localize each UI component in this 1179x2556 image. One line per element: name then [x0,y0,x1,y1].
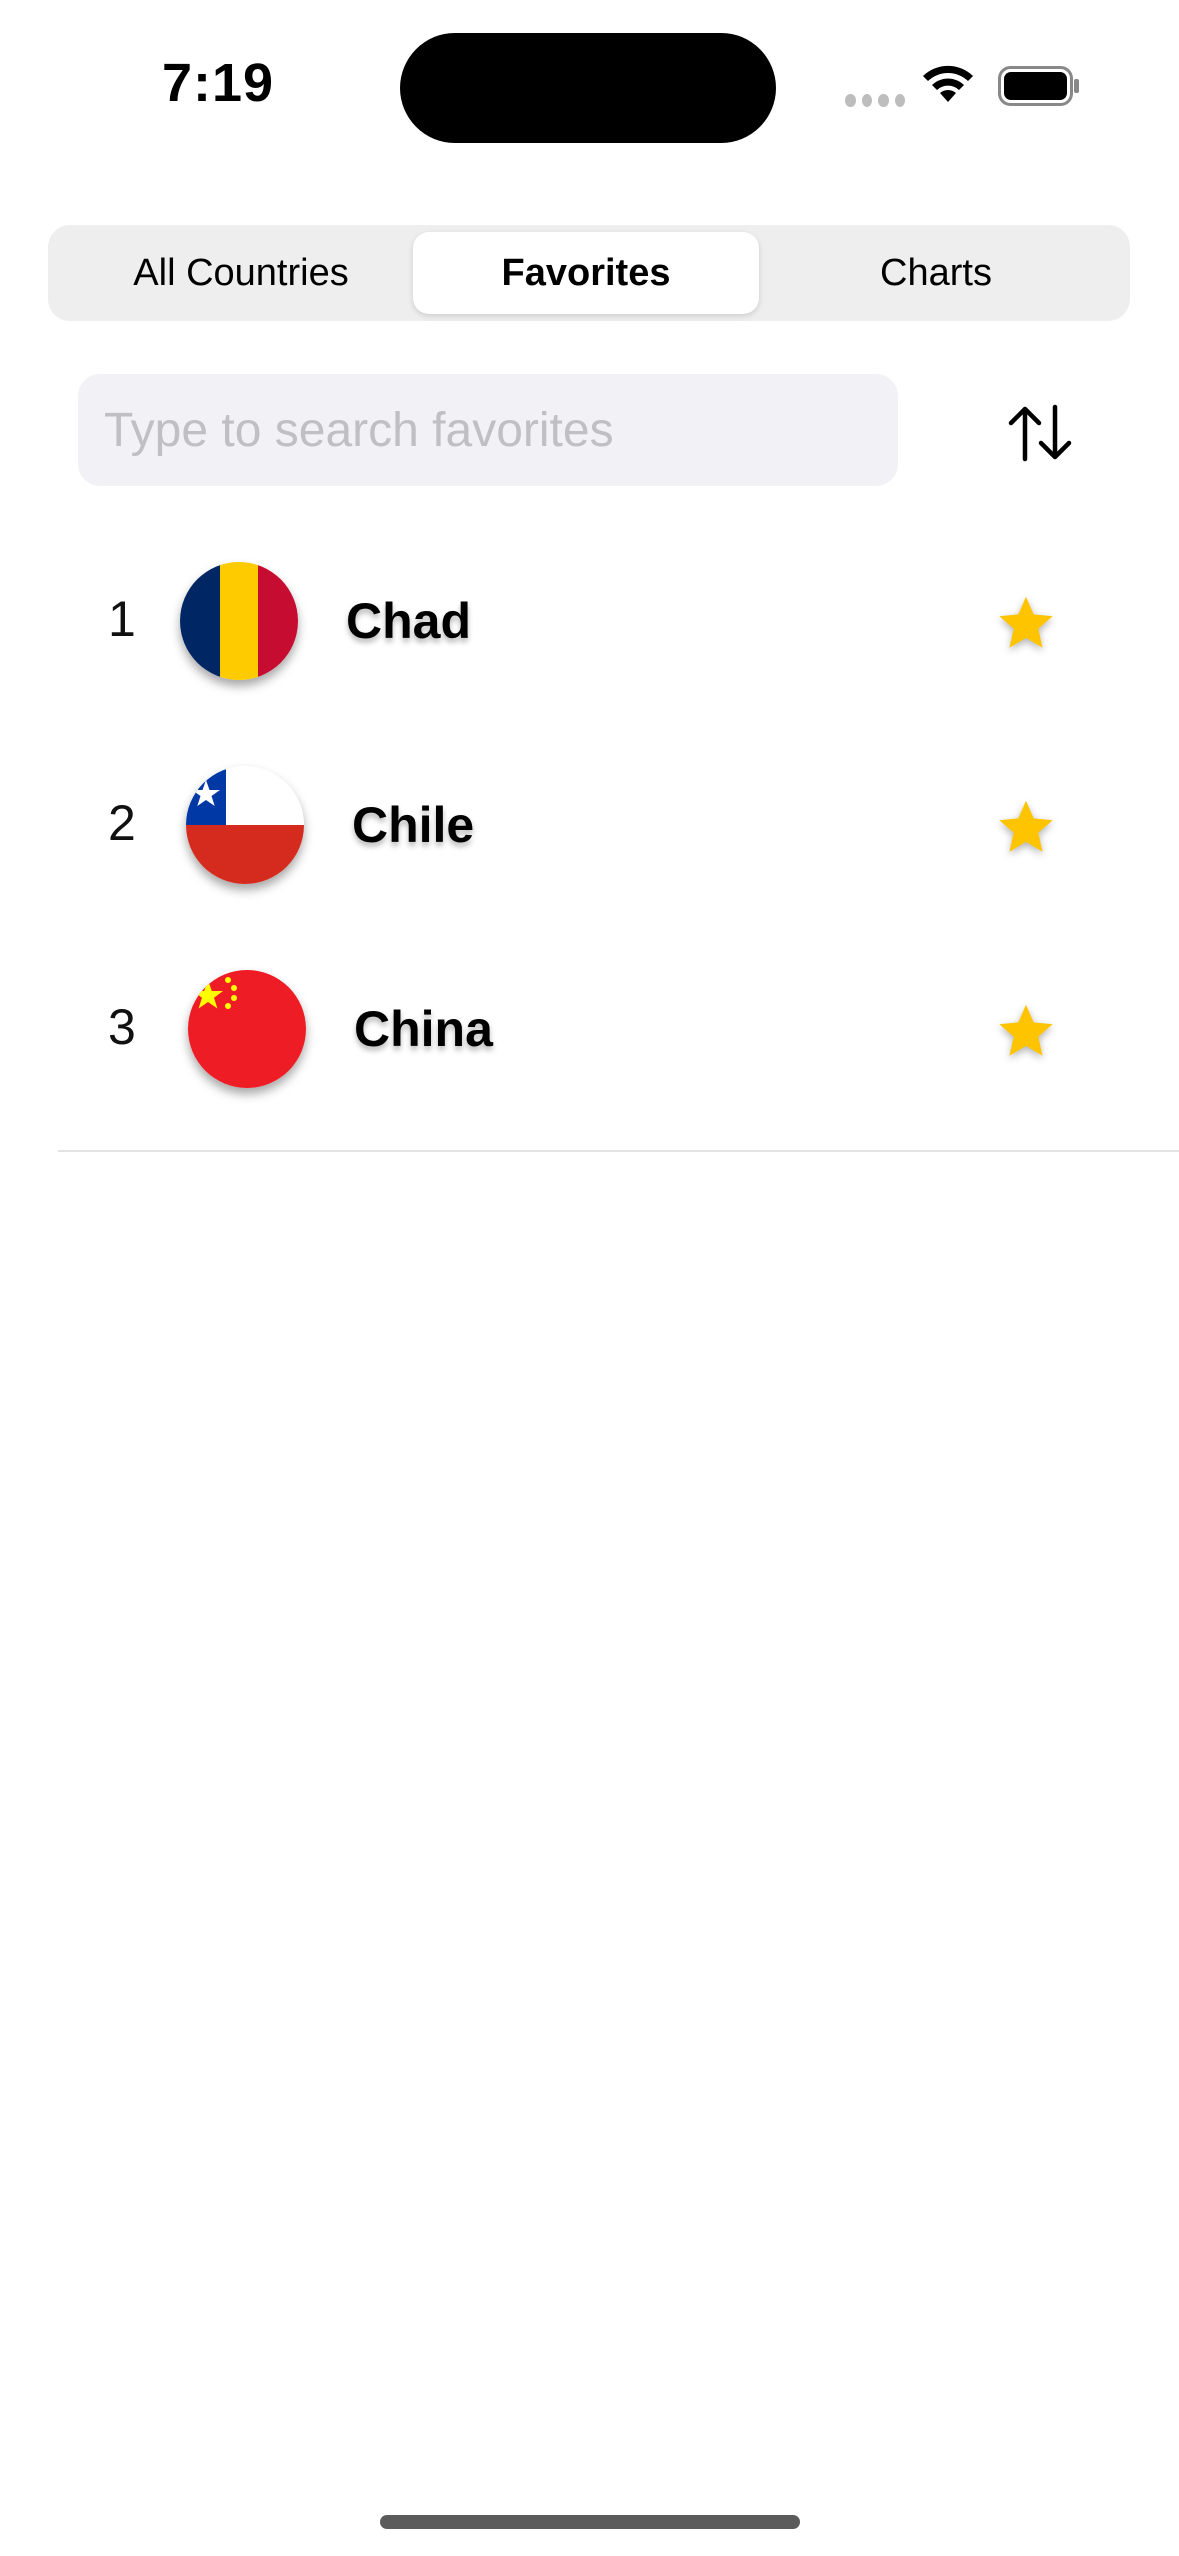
row-rank: 1 [108,591,136,647]
arrow-up-down-icon [1008,404,1072,462]
country-name: Chad [346,593,471,649]
tab-segmented-control: All Countries Favorites Charts [48,225,1130,321]
star-icon[interactable] [994,1000,1058,1064]
country-name: China [354,1001,493,1057]
list-divider [58,1150,1179,1152]
status-bar: 7:19 [0,0,1179,170]
country-name: Chile [352,797,475,853]
status-time: 7:19 [162,53,275,113]
flag-chad-icon [180,562,298,680]
star-icon[interactable] [994,796,1058,860]
row-rank: 2 [108,795,136,851]
list-item[interactable]: 2 Chile [0,724,1179,928]
tab-charts[interactable]: Charts [763,232,1109,314]
search-favorites-input[interactable] [78,374,898,486]
sort-button[interactable] [1000,398,1080,468]
cellular-signal-icon [845,94,905,108]
favorites-list: 1 Chad 2 Chile 3 China [0,520,1179,1132]
list-item[interactable]: 3 China [0,928,1179,1132]
row-rank: 3 [108,999,136,1055]
flag-chile-icon [186,766,304,884]
flag-china-icon [188,970,306,1088]
tab-all-countries[interactable]: All Countries [68,232,414,314]
battery-icon [998,66,1079,106]
list-item[interactable]: 1 Chad [0,520,1179,724]
tab-favorites[interactable]: Favorites [413,232,759,314]
dynamic-island [400,33,776,143]
star-icon[interactable] [994,592,1058,656]
wifi-icon [923,65,973,102]
home-indicator[interactable] [380,2515,800,2529]
